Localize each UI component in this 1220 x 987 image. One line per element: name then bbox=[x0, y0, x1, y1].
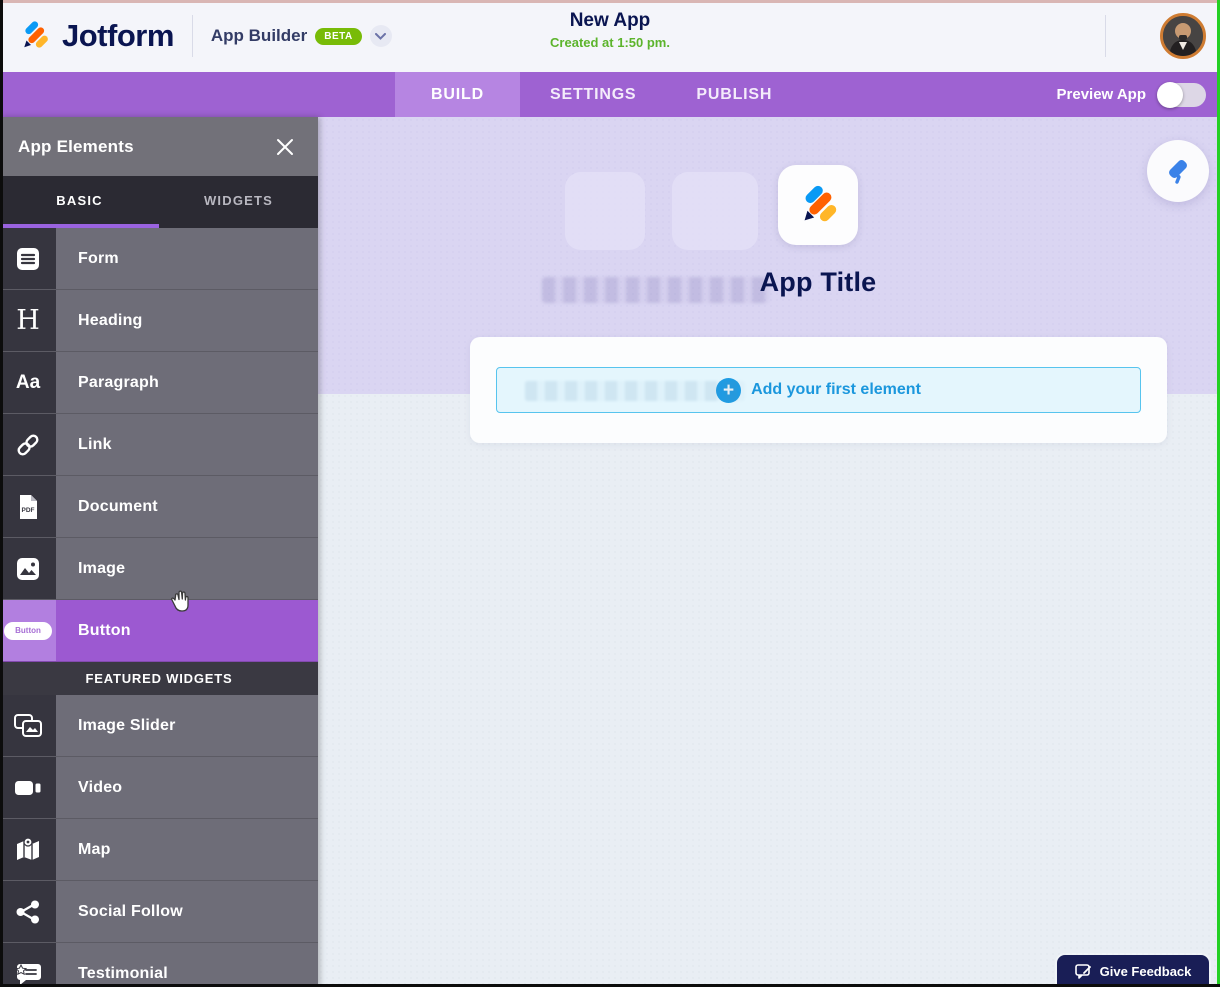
form-icon bbox=[0, 228, 56, 289]
element-item-document[interactable]: PDF Document bbox=[0, 476, 318, 538]
element-item-label: Social Follow bbox=[56, 881, 183, 942]
element-item-label: Video bbox=[56, 757, 122, 818]
brand-name: Jotform bbox=[62, 18, 174, 54]
screen-edge-left bbox=[0, 0, 3, 987]
element-item-label: Image Slider bbox=[56, 695, 176, 756]
ghost-artifact bbox=[672, 172, 758, 250]
map-icon bbox=[0, 819, 56, 880]
empty-elements-card: + Add your first element bbox=[470, 337, 1167, 443]
element-item-label: Heading bbox=[56, 290, 143, 351]
ghost-artifact bbox=[525, 381, 745, 401]
app-builder-menu-button[interactable] bbox=[370, 25, 392, 47]
element-item-video[interactable]: Video bbox=[0, 757, 318, 819]
preview-app-toggle[interactable] bbox=[1158, 83, 1206, 107]
header-divider bbox=[192, 15, 193, 57]
nav-tab-build[interactable]: BUILD bbox=[395, 72, 520, 117]
element-item-image-slider[interactable]: Image Slider bbox=[0, 695, 318, 757]
element-item-label: Form bbox=[56, 228, 119, 289]
nav-tab-publish[interactable]: PUBLISH bbox=[666, 72, 802, 117]
give-feedback-button[interactable]: Give Feedback bbox=[1057, 955, 1209, 987]
element-item-heading[interactable]: HHeading bbox=[0, 290, 318, 352]
element-item-form[interactable]: Form bbox=[0, 228, 318, 290]
video-icon bbox=[0, 757, 56, 818]
element-item-social-follow[interactable]: Social Follow bbox=[0, 881, 318, 943]
paragraph-icon: Aa bbox=[0, 352, 56, 413]
preview-app-label: Preview App bbox=[1057, 86, 1146, 103]
ghost-artifact bbox=[565, 172, 645, 250]
product-name: App Builder bbox=[211, 26, 307, 46]
testimonial-icon bbox=[0, 943, 56, 987]
chevron-down-icon bbox=[375, 33, 386, 40]
element-item-label: Image bbox=[56, 538, 125, 599]
link-icon bbox=[0, 414, 56, 475]
header-right bbox=[1105, 0, 1220, 72]
app-elements-header: App Elements bbox=[0, 117, 318, 176]
element-item-label: Paragraph bbox=[56, 352, 159, 413]
feedback-icon bbox=[1075, 964, 1092, 979]
element-item-image[interactable]: Image bbox=[0, 538, 318, 600]
avatar[interactable] bbox=[1160, 13, 1206, 59]
button-pill-glyph: Button bbox=[4, 622, 52, 640]
close-icon bbox=[276, 138, 294, 156]
element-item-label: Testimonial bbox=[56, 943, 168, 987]
app-title-text[interactable]: App Title bbox=[678, 267, 958, 298]
featured-widgets-header: FEATURED WIDGETS bbox=[0, 662, 318, 695]
navbar-tabs: BUILDSETTINGSPUBLISH bbox=[395, 72, 802, 117]
image-slider-icon bbox=[0, 695, 56, 756]
close-panel-button[interactable] bbox=[274, 136, 296, 158]
jotform-logo-icon bbox=[16, 18, 52, 54]
document-icon: PDF bbox=[0, 476, 56, 537]
give-feedback-label: Give Feedback bbox=[1100, 964, 1192, 979]
toggle-knob bbox=[1157, 82, 1183, 108]
panel-tab-widgets[interactable]: WIDGETS bbox=[159, 176, 318, 228]
nav-tab-settings[interactable]: SETTINGS bbox=[520, 72, 666, 117]
top-header: Jotform App Builder BETA New App Created… bbox=[0, 0, 1220, 72]
button-icon: Button bbox=[0, 600, 56, 661]
app-elements-panel: App Elements BASICWIDGETS FormHHeadingAa… bbox=[0, 117, 318, 987]
svg-text:PDF: PDF bbox=[22, 507, 35, 514]
social-follow-icon bbox=[0, 881, 56, 942]
element-item-label: Document bbox=[56, 476, 158, 537]
element-item-link[interactable]: Link bbox=[0, 414, 318, 476]
add-first-element-label: Add your first element bbox=[751, 381, 921, 399]
add-first-element-button[interactable]: + Add your first element bbox=[496, 367, 1141, 413]
builder-navbar: BUILDSETTINGSPUBLISH Preview App bbox=[0, 72, 1220, 117]
image-icon bbox=[0, 538, 56, 599]
preview-app-control: Preview App bbox=[1057, 72, 1206, 117]
heading-icon: H bbox=[0, 290, 56, 351]
panel-tabs: BASICWIDGETS bbox=[0, 176, 318, 228]
app-preview-canvas: App Title + Add your first element bbox=[318, 117, 1220, 987]
element-item-paragraph[interactable]: AaParagraph bbox=[0, 352, 318, 414]
beta-badge: BETA bbox=[315, 28, 361, 45]
panel-title: App Elements bbox=[18, 137, 134, 157]
header-divider-right bbox=[1105, 15, 1106, 57]
jotform-app-icon bbox=[795, 182, 841, 228]
panel-tab-basic[interactable]: BASIC bbox=[0, 176, 159, 228]
app-icon[interactable] bbox=[778, 165, 858, 245]
element-item-map[interactable]: Map bbox=[0, 819, 318, 881]
element-item-button[interactable]: ButtonButton bbox=[0, 600, 318, 662]
element-item-label: Button bbox=[56, 600, 131, 661]
app-name: New App bbox=[550, 10, 670, 32]
element-item-label: Link bbox=[56, 414, 112, 475]
app-created-timestamp: Created at 1:50 pm. bbox=[550, 35, 670, 50]
element-list: FormHHeadingAaParagraphLinkPDFDocumentIm… bbox=[0, 228, 318, 987]
brand[interactable]: Jotform bbox=[0, 18, 174, 54]
avatar-photo bbox=[1163, 16, 1203, 56]
screen-edge-top bbox=[0, 0, 1220, 3]
element-item-testimonial[interactable]: Testimonial bbox=[0, 943, 318, 987]
app-builder-screen: Jotform App Builder BETA New App Created… bbox=[0, 0, 1220, 987]
app-designer-button[interactable] bbox=[1147, 140, 1209, 202]
paint-roller-icon bbox=[1163, 156, 1193, 186]
element-item-label: Map bbox=[56, 819, 111, 880]
app-title-block: New App Created at 1:50 pm. bbox=[550, 10, 670, 50]
